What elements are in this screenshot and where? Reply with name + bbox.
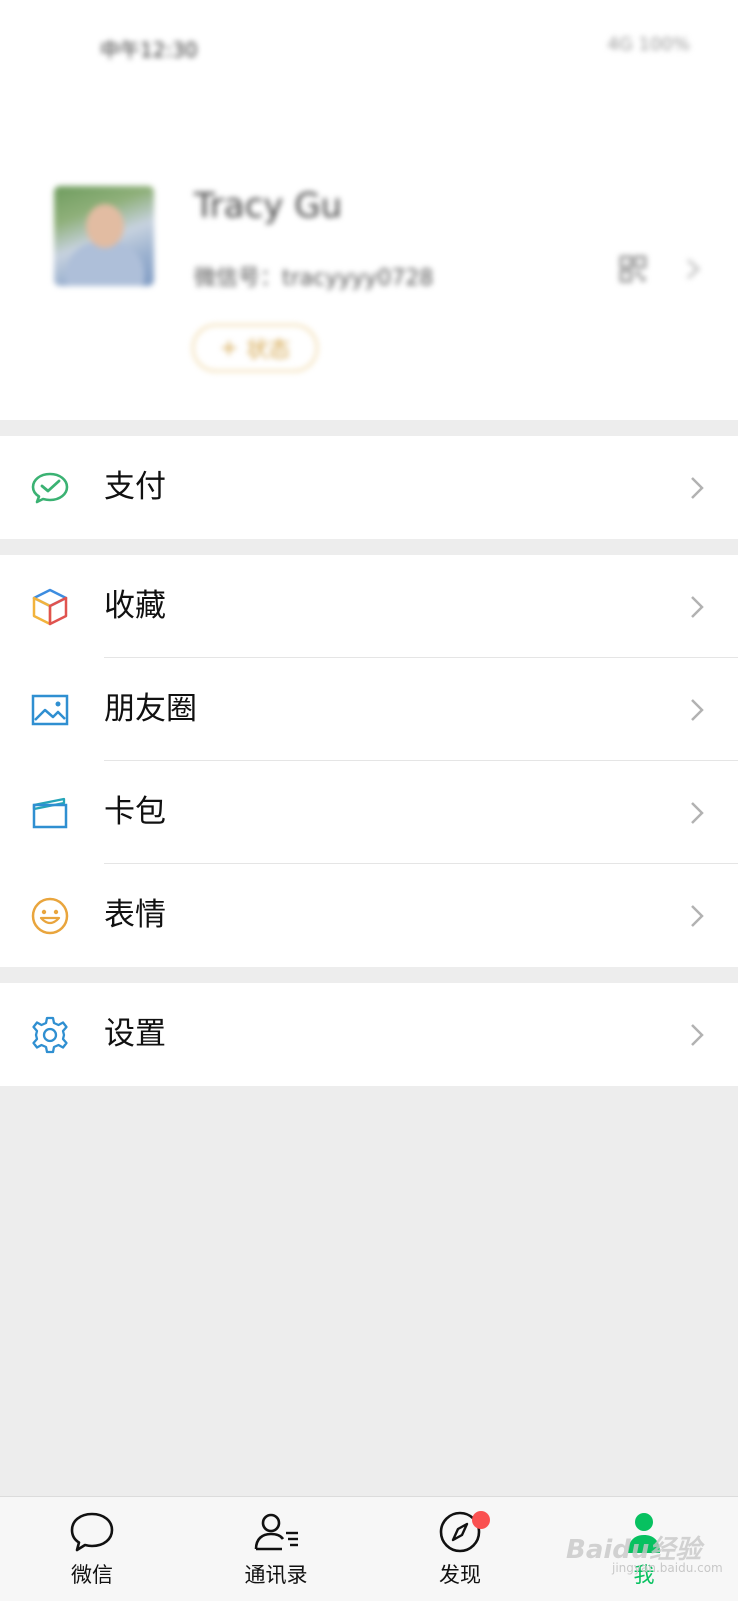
menu-item-settings[interactable]: 设置 (0, 983, 738, 1086)
tab-contacts[interactable]: 通讯录 (216, 1509, 336, 1599)
card-wallet-icon (32, 797, 68, 829)
menu-item-moments[interactable]: 朋友圈 (0, 658, 738, 761)
favorites-cube-icon (32, 588, 68, 626)
chevron-right-icon (691, 699, 704, 721)
profile-nickname: Tracy Gu (194, 186, 343, 226)
chevron-right-icon (691, 802, 704, 824)
chevron-right-icon (691, 477, 704, 499)
status-bar: 中午12:30 4G 100% (0, 0, 738, 90)
status-indicators: 4G 100% (607, 34, 690, 55)
menu-label-settings: 设置 (104, 1016, 166, 1052)
pay-group: 支付 (0, 436, 738, 539)
smiley-icon (31, 897, 69, 935)
menu-label-pay: 支付 (104, 469, 166, 505)
menu-label-stickers: 表情 (104, 897, 166, 933)
bottom-tab-bar: 微信 通讯录 发现 我 Baidu经验 jingyan.baidu.com (0, 1496, 738, 1601)
baidu-watermark-url: jingyan.baidu.com (612, 1561, 723, 1575)
plus-icon: + (219, 335, 239, 361)
wechat-pay-icon (31, 472, 69, 504)
notification-badge (472, 1511, 490, 1529)
moments-image-icon (31, 694, 69, 726)
profile-wechat-id: 微信号：tracyyyy0728 (194, 266, 434, 291)
profile-header[interactable]: Tracy Gu 微信号：tracyyyy0728 + 状态 (0, 90, 738, 420)
chevron-right-icon (687, 259, 700, 279)
tab-label-chats: 微信 (71, 1563, 113, 1587)
chevron-right-icon (691, 1024, 704, 1046)
tab-chats[interactable]: 微信 (32, 1509, 152, 1599)
tab-discover[interactable]: 发现 (400, 1509, 520, 1599)
features-group: 收藏 朋友圈 卡包 表情 (0, 555, 738, 967)
menu-item-stickers[interactable]: 表情 (0, 864, 738, 967)
menu-item-pay[interactable]: 支付 (0, 436, 738, 539)
menu-item-cards[interactable]: 卡包 (0, 761, 738, 864)
gear-icon (32, 1016, 68, 1054)
tab-label-contacts: 通讯录 (244, 1563, 308, 1587)
status-time: 中午12:30 (100, 38, 198, 62)
menu-item-favorites[interactable]: 收藏 (0, 555, 738, 658)
menu-label-moments: 朋友圈 (104, 691, 197, 727)
settings-group: 设置 (0, 983, 738, 1086)
status-button[interactable]: + 状态 (192, 324, 318, 372)
chevron-right-icon (691, 905, 704, 927)
chat-bubble-icon (70, 1512, 114, 1552)
qr-code-icon[interactable] (620, 256, 646, 282)
chevron-right-icon (691, 596, 704, 618)
menu-label-cards: 卡包 (104, 794, 166, 830)
contacts-icon (254, 1513, 298, 1551)
menu-label-favorites: 收藏 (104, 588, 166, 624)
tab-label-discover: 发现 (439, 1563, 481, 1587)
status-label: 状态 (246, 338, 291, 363)
avatar[interactable] (54, 186, 154, 286)
